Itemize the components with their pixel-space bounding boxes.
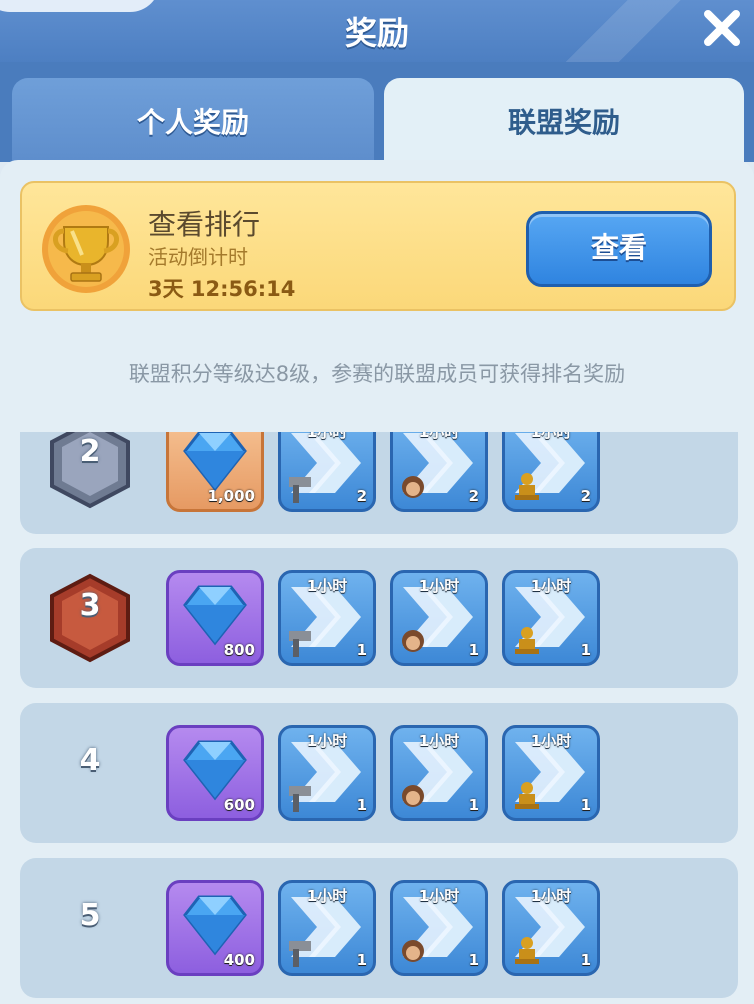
duration-tag: 1小时 — [306, 577, 348, 595]
duration-tag: 1小时 — [530, 887, 572, 905]
duration-tag: 1小时 — [530, 432, 572, 441]
reward-quantity: 1 — [356, 796, 367, 814]
reward-quantity: 1 — [356, 951, 367, 969]
reward-item-speedup-train[interactable]: 1小时 1 — [390, 570, 488, 666]
tab-personal-rewards[interactable]: 个人奖励 — [12, 78, 374, 170]
reward-item-gem[interactable]: 400 — [166, 880, 264, 976]
reward-item-speedup-build[interactable]: 1小时 1 — [278, 570, 376, 666]
reward-item-speedup-build[interactable]: 1小时 1 — [278, 880, 376, 976]
close-icon — [704, 10, 740, 46]
reward-quantity: 2 — [580, 487, 591, 505]
duration-tag: 1小时 — [418, 432, 460, 441]
reward-item-speedup-research[interactable]: 1小时 2 — [502, 432, 600, 512]
page-title: 奖励 — [344, 14, 409, 52]
reward-item-gem[interactable]: 600 — [166, 725, 264, 821]
rank-number: 3 — [79, 588, 101, 623]
reward-quantity: 1 — [580, 951, 591, 969]
reward-quantity: 1 — [468, 951, 479, 969]
duration-tag: 1小时 — [530, 732, 572, 750]
reward-item-gem[interactable]: 1,000 — [166, 432, 264, 512]
countdown-label: 活动倒计时 — [148, 245, 248, 269]
reward-quantity: 1 — [580, 641, 591, 659]
reward-row-rank-4: 4 600 1小时 1 1小时 1 1小时 1 — [20, 703, 738, 843]
reward-item-speedup-build[interactable]: 1小时 2 — [278, 432, 376, 512]
rank-number: 5 — [79, 898, 101, 933]
rank-number: 4 — [79, 743, 101, 778]
reward-quantity: 400 — [223, 951, 255, 969]
reward-condition-note: 联盟积分等级达8级，参赛的联盟成员可获得排名奖励 — [128, 362, 626, 386]
reward-item-gem[interactable]: 800 — [166, 570, 264, 666]
trophy-icon — [42, 205, 130, 293]
duration-tag: 1小时 — [418, 887, 460, 905]
reward-quantity: 1 — [580, 796, 591, 814]
header-bar: 奖励 — [0, 0, 754, 62]
duration-tag: 1小时 — [418, 577, 460, 595]
reward-quantity: 1,000 — [207, 487, 255, 505]
close-button[interactable] — [700, 6, 744, 50]
reward-quantity: 2 — [468, 487, 479, 505]
rank-number: 2 — [79, 434, 101, 469]
reward-row-rank-5: 5 400 1小时 1 1小时 1 1小时 1 — [20, 858, 738, 998]
duration-tag: 1小时 — [306, 432, 348, 441]
reward-quantity: 1 — [356, 641, 367, 659]
view-ranking-button[interactable]: 查看 — [526, 211, 712, 287]
rank-card-title: 查看排行 — [148, 208, 261, 241]
reward-item-speedup-research[interactable]: 1小时 1 — [502, 880, 600, 976]
duration-tag: 1小时 — [306, 732, 348, 750]
reward-item-speedup-train[interactable]: 1小时 2 — [390, 432, 488, 512]
reward-item-speedup-build[interactable]: 1小时 1 — [278, 725, 376, 821]
reward-quantity: 600 — [223, 796, 255, 814]
tab-alliance-rewards[interactable]: 联盟奖励 — [384, 78, 744, 170]
reward-item-speedup-research[interactable]: 1小时 1 — [502, 570, 600, 666]
reward-item-speedup-train[interactable]: 1小时 1 — [390, 880, 488, 976]
reward-item-speedup-train[interactable]: 1小时 1 — [390, 725, 488, 821]
reward-quantity: 800 — [223, 641, 255, 659]
rank-card: 查看排行 活动倒计时 3天 12:56:14 查看 — [20, 181, 736, 311]
countdown-timer: 3天 12:56:14 — [148, 277, 296, 301]
reward-list[interactable]: 2 1,000 1小时 2 1小时 2 1小时 2 3 800 1小时 1 1小… — [0, 432, 754, 1004]
duration-tag: 1小时 — [530, 577, 572, 595]
duration-tag: 1小时 — [418, 732, 460, 750]
reward-quantity: 2 — [356, 487, 367, 505]
reward-item-speedup-research[interactable]: 1小时 1 — [502, 725, 600, 821]
reward-row-rank-3: 3 800 1小时 1 1小时 1 1小时 1 — [20, 548, 738, 688]
reward-row-rank-2: 2 1,000 1小时 2 1小时 2 1小时 2 — [20, 432, 738, 534]
reward-quantity: 1 — [468, 641, 479, 659]
duration-tag: 1小时 — [306, 887, 348, 905]
reward-quantity: 1 — [468, 796, 479, 814]
